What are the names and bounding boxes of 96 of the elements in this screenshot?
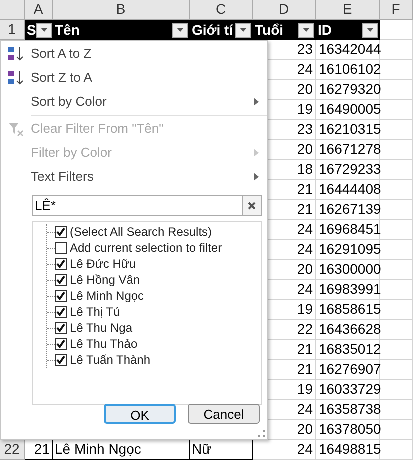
table-cell: 16835012: [316, 340, 380, 360]
filter-dropdown-button[interactable]: [36, 22, 52, 38]
table-cell: [380, 320, 413, 340]
table-cell: 16729233: [316, 160, 380, 180]
sort-descending-icon: [7, 69, 25, 87]
option-label[interactable]: Lê Thị Tú: [70, 303, 120, 321]
clear-search-button[interactable]: [242, 195, 262, 216]
checkbox[interactable]: [55, 290, 67, 302]
table-cell: 16490005: [316, 100, 380, 120]
option-label[interactable]: Lê Thu Nga: [70, 319, 132, 337]
table-cell: [380, 260, 413, 280]
table-cell: [380, 280, 413, 300]
caret-icon: [240, 28, 246, 32]
table-cell: [380, 300, 413, 320]
table-cell: [380, 40, 413, 60]
close-icon: [248, 202, 256, 210]
sort-ascending-icon: [7, 45, 25, 63]
column-header[interactable]: E: [316, 0, 380, 20]
ok-button[interactable]: OK: [104, 404, 176, 424]
table-cell: [380, 380, 413, 400]
option-label[interactable]: Lê Hồng Vân: [70, 271, 140, 289]
table-cell: 16300000: [316, 260, 380, 280]
resize-grip-icon[interactable]: [258, 430, 265, 437]
column-title: ID: [318, 20, 332, 40]
table-cell: 16342044: [316, 40, 380, 60]
search-field[interactable]: LÊ*: [32, 195, 242, 216]
table-cell: 16378050: [316, 420, 380, 440]
caret-icon: [176, 28, 184, 32]
caret-icon: [40, 28, 48, 32]
checkbox[interactable]: [55, 274, 67, 286]
table-cell: 16291095: [316, 240, 380, 260]
table-cell: [380, 400, 413, 420]
table-cell: 16858615: [316, 300, 380, 320]
option-label[interactable]: Lê Thu Thảo: [70, 335, 138, 353]
table-cell: 16498815: [316, 440, 380, 460]
table-cell: 16106102: [316, 60, 380, 80]
row-header[interactable]: 1: [0, 20, 25, 40]
table-cell: 16671278: [316, 140, 380, 160]
table-cell: 16276907: [316, 360, 380, 380]
table-cell: [380, 440, 413, 460]
table-cell: [380, 360, 413, 380]
table-cell: [380, 240, 413, 260]
table-cell: 16436628: [316, 320, 380, 340]
table-cell: [380, 340, 413, 360]
table-cell: [380, 180, 413, 200]
caret-icon: [302, 28, 310, 32]
column-header[interactable]: D: [253, 0, 316, 20]
table-cell: 16983991: [316, 280, 380, 300]
checkbox[interactable]: [55, 258, 67, 270]
submenu-arrow-icon: [254, 98, 259, 106]
table-cell: 16267139: [316, 200, 380, 220]
checkbox[interactable]: [55, 338, 67, 350]
table-cell: [380, 120, 413, 140]
table-cell: 16444408: [316, 180, 380, 200]
table-cell: 16968451: [316, 220, 380, 240]
checkbox[interactable]: [55, 242, 67, 254]
table-cell: [380, 80, 413, 100]
column-title: S: [27, 20, 36, 40]
table-cell: [380, 100, 413, 120]
table-cell: [380, 220, 413, 240]
table-cell: [380, 420, 413, 440]
option-label[interactable]: Add current selection to filter: [70, 239, 222, 257]
table-cell: 16358738: [316, 400, 380, 420]
column-title: Tên: [55, 20, 80, 40]
submenu-arrow-icon: [254, 173, 259, 181]
checkbox[interactable]: [55, 354, 67, 366]
table-cell: [380, 160, 413, 180]
table-cell: [380, 60, 413, 80]
option-label[interactable]: (Select All Search Results): [70, 223, 212, 241]
filter-dropdown-button[interactable]: [235, 22, 251, 38]
column-header[interactable]: A: [25, 0, 53, 20]
clear-filter-icon: [8, 121, 24, 137]
table-cell: 16210315: [316, 120, 380, 140]
column-title: Giới tí: [192, 20, 234, 40]
checkbox[interactable]: [55, 322, 67, 334]
checkbox[interactable]: [55, 306, 67, 318]
column-title: Tuổi: [255, 20, 284, 40]
filter-dropdown-button[interactable]: [172, 22, 188, 38]
table-cell: [380, 20, 413, 40]
table-cell: [380, 200, 413, 220]
submenu-arrow-icon: [254, 149, 259, 157]
option-label[interactable]: Lê Đức Hữu: [70, 255, 136, 273]
table-cell: 16279320: [316, 80, 380, 100]
table-cell: 16033729: [316, 380, 380, 400]
column-header[interactable]: B: [53, 0, 190, 20]
cancel-button[interactable]: Cancel: [188, 404, 260, 424]
checkbox[interactable]: [55, 226, 67, 238]
filter-dropdown-button[interactable]: [298, 22, 314, 38]
filter-dropdown-button[interactable]: [362, 22, 378, 38]
column-header[interactable]: C: [190, 0, 253, 20]
table-cell: [380, 140, 413, 160]
column-header[interactable]: F: [380, 0, 413, 20]
option-label[interactable]: Lê Tuấn Thành: [70, 351, 151, 369]
option-label[interactable]: Lê Minh Ngọc: [70, 287, 144, 305]
caret-icon: [366, 28, 374, 32]
row-header[interactable]: 22: [0, 440, 25, 460]
